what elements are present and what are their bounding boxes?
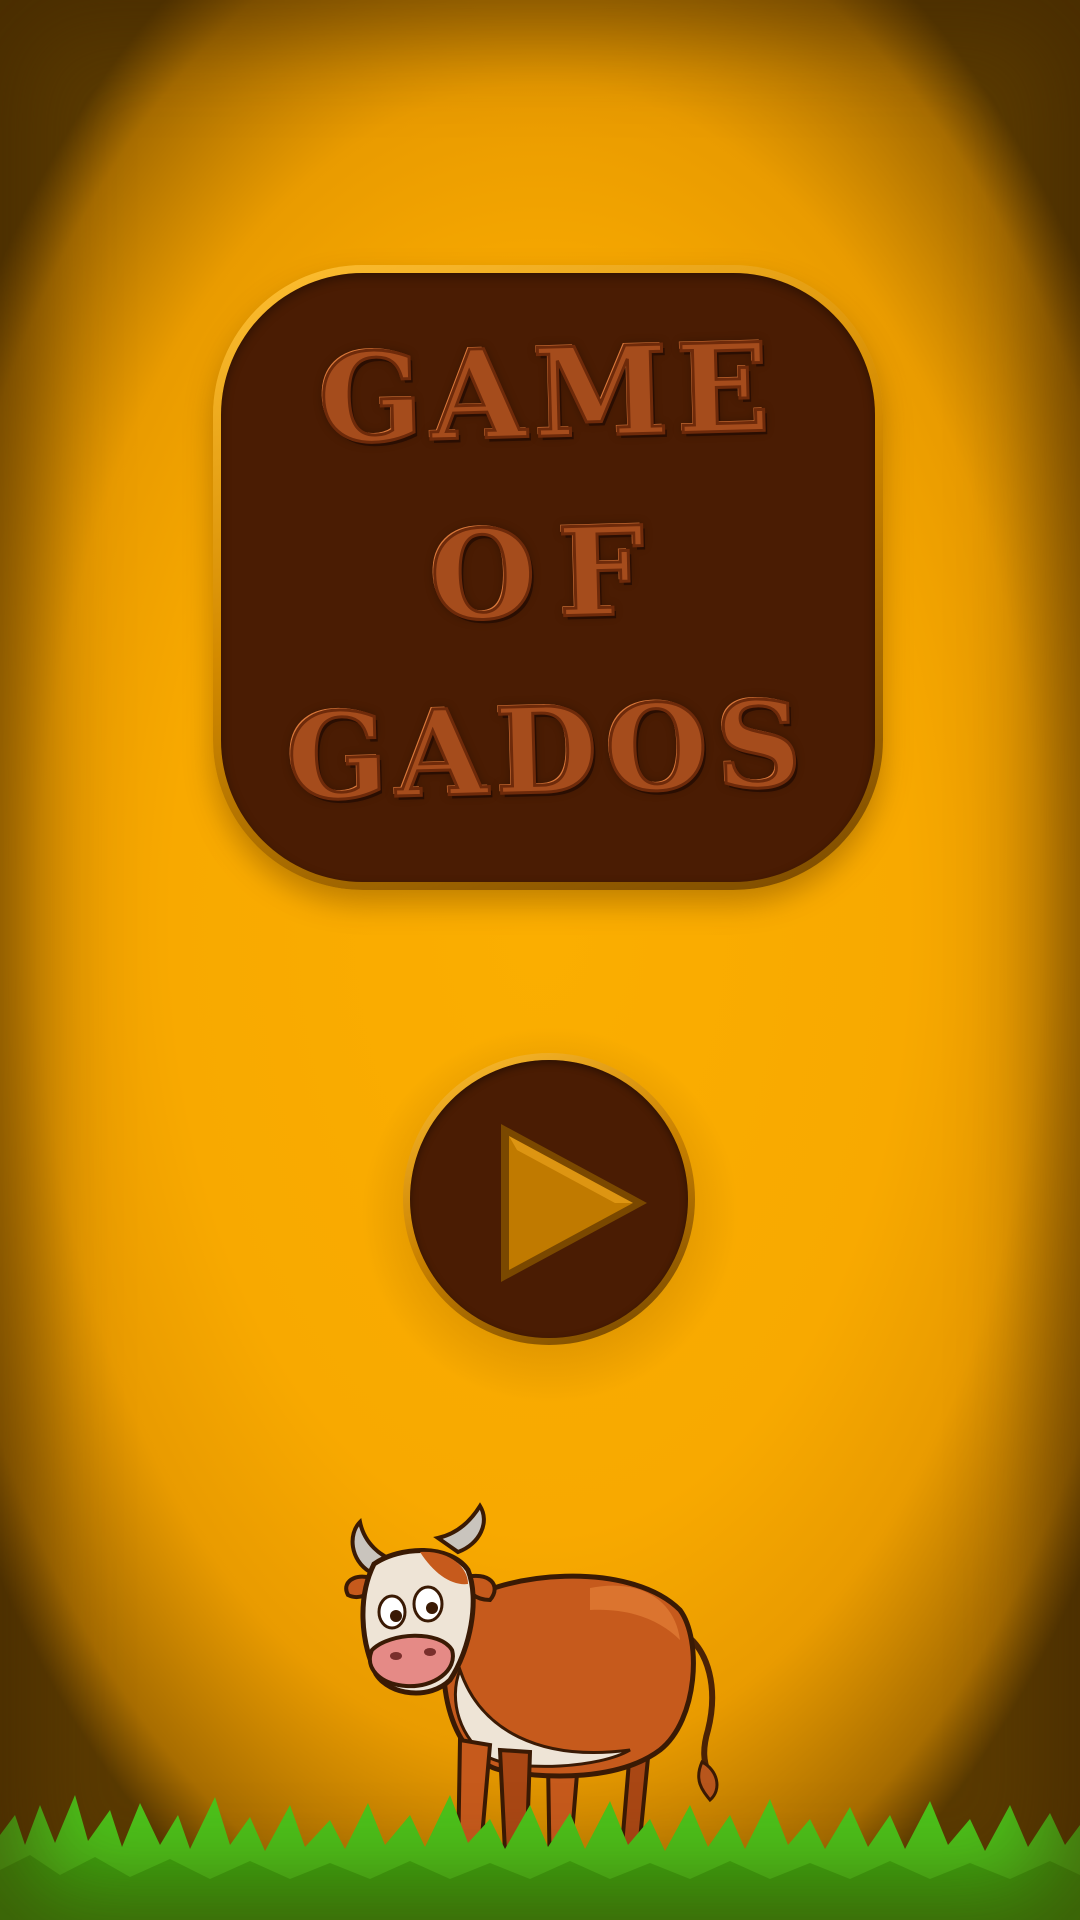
play-icon[interactable] bbox=[495, 1118, 655, 1288]
grass-ground bbox=[0, 1795, 1080, 1920]
title-plaque: GAME OF GADOS bbox=[213, 265, 883, 890]
title-line-of: OF bbox=[426, 496, 670, 649]
title-plaque-panel: GAME OF GADOS bbox=[221, 273, 875, 882]
play-button[interactable] bbox=[403, 1053, 695, 1345]
start-screen: GAME OF GADOS bbox=[0, 0, 1080, 1920]
title-line-game: GAME bbox=[315, 314, 781, 473]
title-line-gados: GADOS bbox=[283, 673, 812, 829]
play-button-face[interactable] bbox=[410, 1060, 688, 1338]
